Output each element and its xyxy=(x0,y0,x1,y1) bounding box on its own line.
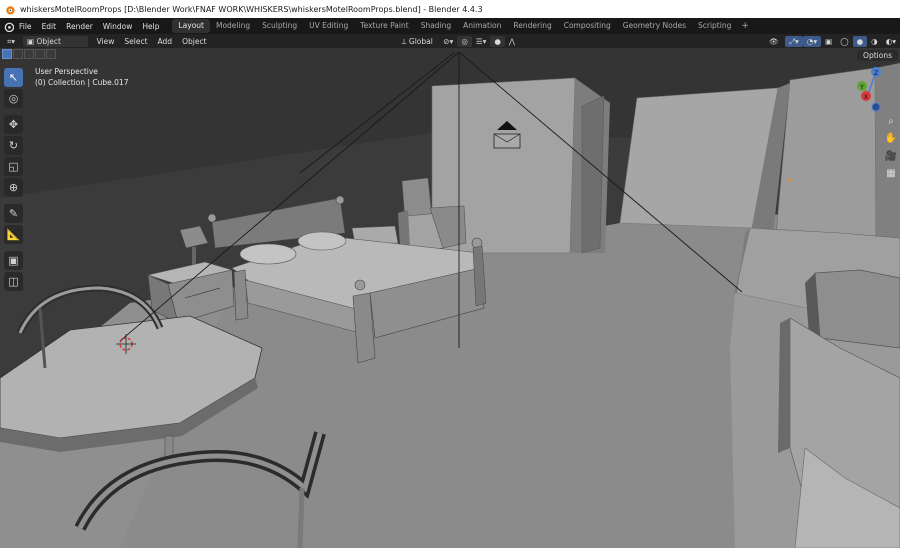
tab-geometry-nodes[interactable]: Geometry Nodes xyxy=(617,19,692,33)
menu-add[interactable]: Add xyxy=(153,37,178,46)
tab-uv-editing[interactable]: UV Editing xyxy=(303,19,354,33)
tab-scripting[interactable]: Scripting xyxy=(692,19,737,33)
xray-icon[interactable]: ▣ xyxy=(821,36,836,47)
pan-hand-icon[interactable]: ✋ xyxy=(884,132,898,146)
editor-type-icon[interactable]: ⌗▾ xyxy=(3,36,19,47)
perspective-label: User Perspective xyxy=(35,67,98,76)
tab-sculpting[interactable]: Sculpting xyxy=(256,19,303,33)
pivot-point-icon[interactable]: ⊘▾ xyxy=(439,36,457,47)
wireframe-shading-icon[interactable]: ◯ xyxy=(836,36,852,47)
menu-select[interactable]: Select xyxy=(119,37,152,46)
measure-icon[interactable]: 📐 xyxy=(4,225,23,244)
tab-shading[interactable]: Shading xyxy=(415,19,457,33)
window-title: whiskersMotelRoomProps [D:\Blender Work\… xyxy=(20,4,483,14)
zoom-icon[interactable]: ⌕ xyxy=(884,115,898,129)
tool-shelf: ↖ ◎ ✥ ↻ ◱ ⊕ ✎ 📐 ▣ ◫ xyxy=(3,68,24,293)
camera-view-icon[interactable]: 🎥 xyxy=(884,150,898,164)
menu-edit[interactable]: Edit xyxy=(37,22,62,31)
transform-icon[interactable]: ⊕ xyxy=(4,178,23,197)
rotate-icon[interactable]: ↻ xyxy=(4,136,23,155)
main-menu: File Edit Render Window Help xyxy=(14,22,164,31)
proportional-edit-icon[interactable]: ● xyxy=(490,35,505,47)
gizmo-toggle-icon[interactable]: ⤢▾ xyxy=(785,35,803,47)
mode-dropdown[interactable]: ▣ Object Mode ▾ xyxy=(23,35,88,57)
annotate-icon[interactable]: ✎ xyxy=(4,204,23,223)
menu-render[interactable]: Render xyxy=(61,22,98,31)
falloff-icon[interactable]: ⋀ xyxy=(505,36,519,47)
dresser-model xyxy=(730,227,900,548)
add-cube-icon[interactable]: ▣ xyxy=(4,251,23,270)
overlay-toggle-icon[interactable]: ◔▾ xyxy=(802,35,822,47)
gizmo-y-label: Y xyxy=(859,84,864,91)
blender-logo-icon xyxy=(6,5,15,15)
gizmo-z-label: Z xyxy=(874,70,878,77)
orientation-label: Global xyxy=(408,36,433,46)
object-origin-icon xyxy=(788,178,792,182)
orientation-icon: ⟂ xyxy=(401,36,409,46)
material-shading-icon[interactable]: ◑ xyxy=(867,36,882,47)
scene-render: Z Y X xyxy=(0,48,900,548)
rendered-shading-icon[interactable]: ◐▾ xyxy=(882,36,900,47)
tab-animation[interactable]: Animation xyxy=(457,19,507,33)
3d-viewport[interactable]: Z Y X User Perspective (0) Collection | … xyxy=(0,48,900,548)
collection-label: (0) Collection | Cube.017 xyxy=(35,78,129,87)
visibility-icon[interactable]: 👁▾ xyxy=(765,36,785,57)
add-mesh-icon[interactable]: ◫ xyxy=(4,272,23,291)
snap-target-icon[interactable]: ☰▾ xyxy=(472,36,491,47)
select-box-icon[interactable]: ↖ xyxy=(4,68,23,87)
cursor-icon[interactable]: ◎ xyxy=(4,89,23,108)
scale-icon[interactable]: ◱ xyxy=(4,157,23,176)
ortho-toggle-icon[interactable]: ▦ xyxy=(884,167,898,181)
menu-file[interactable]: File xyxy=(14,22,37,31)
tab-modeling[interactable]: Modeling xyxy=(210,19,256,33)
options-dropdown[interactable]: Options xyxy=(857,50,898,61)
select-extend-icon[interactable] xyxy=(13,49,23,59)
menu-view[interactable]: View xyxy=(92,37,120,46)
transform-orientation-dropdown[interactable]: ⟂ Global ▾ xyxy=(398,36,440,57)
workspace-tabs: Layout Modeling Sculpting UV Editing Tex… xyxy=(172,18,752,34)
top-bar: File Edit Render Window Help Layout Mode… xyxy=(0,18,900,34)
select-difference-icon[interactable] xyxy=(35,49,45,59)
viewport-menus: View Select Add Object xyxy=(92,37,212,46)
blender-menu-icon[interactable] xyxy=(3,21,14,32)
select-subtract-icon[interactable] xyxy=(24,49,34,59)
viewport-header: ⌗▾ ▣ Object Mode ▾ View Select Add Objec… xyxy=(0,34,900,57)
tab-compositing[interactable]: Compositing xyxy=(558,19,617,33)
tab-rendering[interactable]: Rendering xyxy=(507,19,557,33)
snap-icon[interactable]: ◎ xyxy=(457,35,472,47)
menu-help[interactable]: Help xyxy=(137,22,164,31)
menu-object[interactable]: Object xyxy=(177,37,211,46)
gizmo-x-label: X xyxy=(864,94,868,101)
select-mode-group xyxy=(2,49,56,60)
select-new-icon[interactable] xyxy=(2,49,12,59)
select-intersect-icon[interactable] xyxy=(46,49,56,59)
window-title-bar: whiskersMotelRoomProps [D:\Blender Work\… xyxy=(0,0,900,18)
tab-layout[interactable]: Layout xyxy=(172,19,210,33)
move-icon[interactable]: ✥ xyxy=(4,115,23,134)
menu-window[interactable]: Window xyxy=(98,22,138,31)
tab-texture-paint[interactable]: Texture Paint xyxy=(354,19,414,33)
solid-shading-icon[interactable]: ● xyxy=(852,35,868,47)
add-workspace-button[interactable]: + xyxy=(737,21,753,31)
